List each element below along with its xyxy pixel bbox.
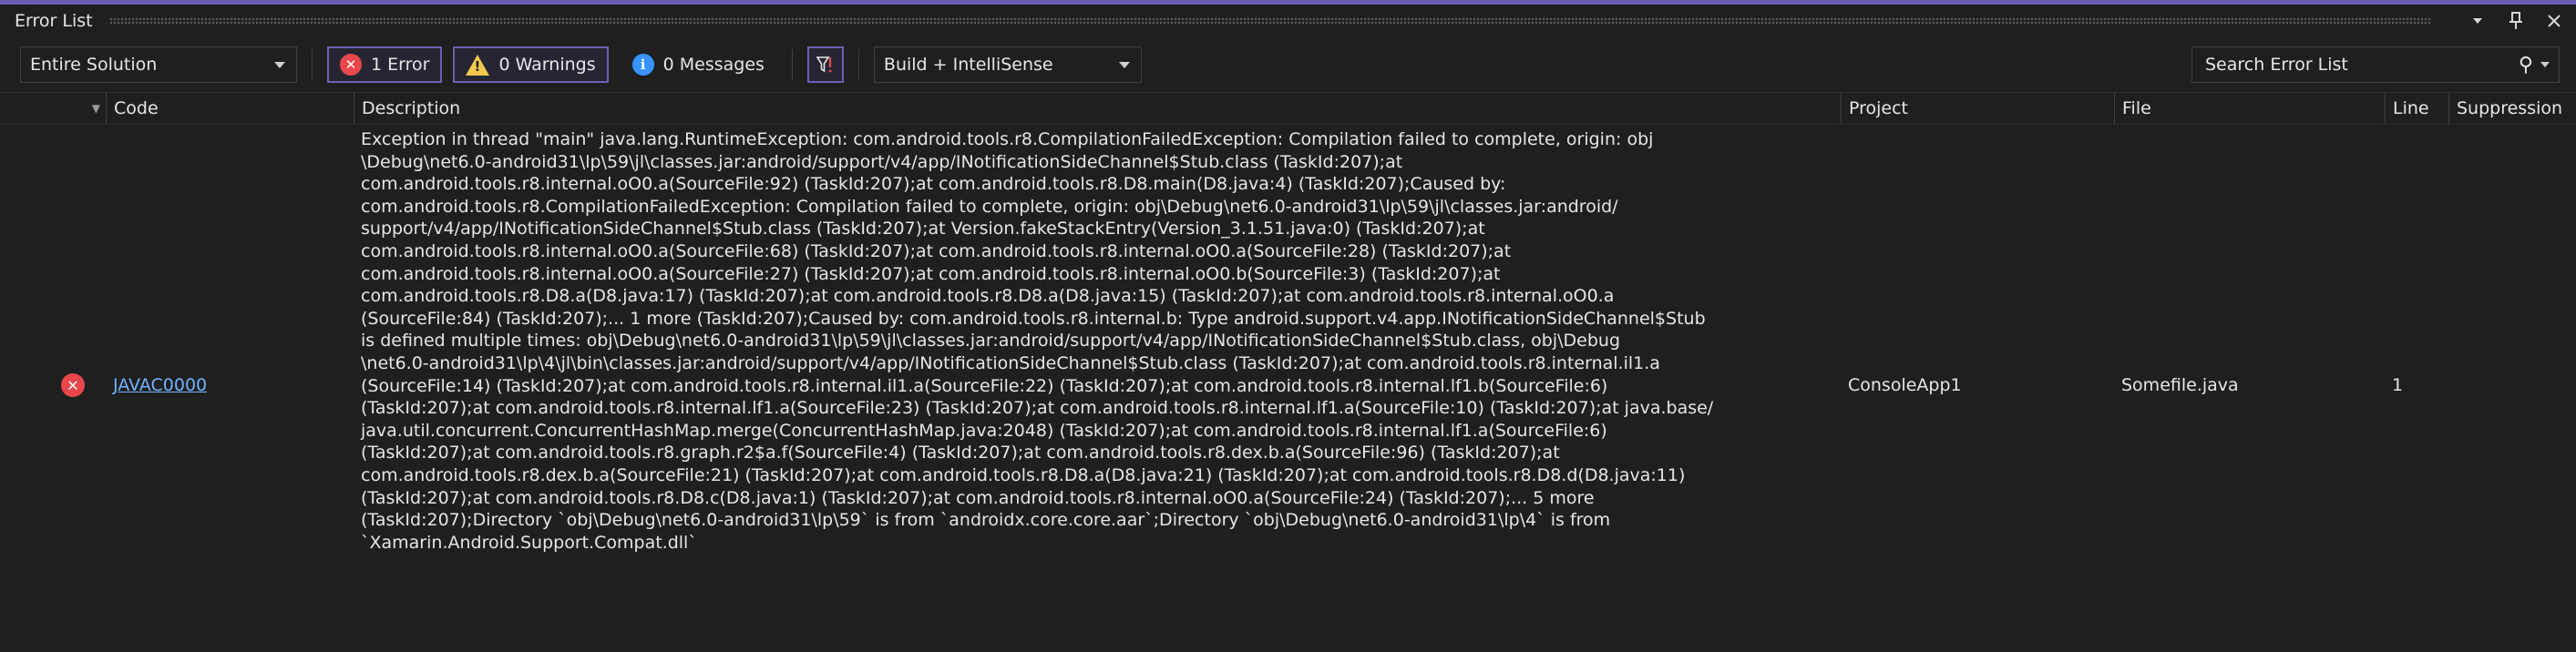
error-code-link[interactable]: JAVAC0000 <box>113 375 207 395</box>
column-header-suppression-label: Suppression <box>2457 98 2563 118</box>
window-title: Error List <box>15 11 93 31</box>
search-icon[interactable]: ⚲ <box>2519 54 2533 76</box>
table-row[interactable]: ✕ JAVAC0000 Exception in thread "main" j… <box>0 125 2576 646</box>
sort-icon: ▼ <box>91 102 100 115</box>
build-source-value: Build + IntelliSense <box>883 55 1053 75</box>
column-header-project[interactable]: Project <box>1841 93 2114 124</box>
file-name: Somefile.java <box>2121 375 2239 395</box>
scope-dropdown[interactable]: Entire Solution <box>20 46 297 83</box>
messages-filter-button[interactable]: i 0 Messages <box>620 46 777 83</box>
error-icon: ✕ <box>340 54 362 76</box>
line-cell: 1 <box>2385 125 2448 646</box>
column-header-sort[interactable]: ▼ <box>53 93 106 124</box>
column-header-code[interactable]: Code <box>106 93 354 124</box>
file-cell: Somefile.java <box>2114 125 2385 646</box>
column-header-description-label: Description <box>362 98 461 118</box>
chevron-down-icon <box>274 61 285 68</box>
errors-filter-label: 1 Error <box>371 55 430 75</box>
suppression-cell <box>2448 125 2576 646</box>
warning-icon: ! <box>466 54 490 76</box>
filter-icon <box>816 56 832 73</box>
column-header-file[interactable]: File <box>2114 93 2385 124</box>
error-description: Exception in thread "main" java.lang.Run… <box>361 129 1714 553</box>
column-header-project-label: Project <box>1849 98 1909 118</box>
warnings-filter-button[interactable]: ! 0 Warnings <box>453 46 609 83</box>
severity-cell: ✕ <box>0 125 106 646</box>
toolbar-separator <box>857 49 859 80</box>
error-list-toolbar: Entire Solution ✕ 1 Error ! 0 Warnings i… <box>0 37 2576 92</box>
build-source-dropdown[interactable]: Build + IntelliSense <box>873 46 1142 83</box>
column-header-severity[interactable] <box>0 93 53 124</box>
project-name: ConsoleApp1 <box>1848 375 1962 395</box>
column-header-row: ▼ Code Description Project File Line Sup… <box>0 92 2576 125</box>
toolbar-separator <box>312 49 313 80</box>
filter-toggle-button[interactable] <box>806 46 844 83</box>
info-icon: i <box>631 54 654 76</box>
line-number: 1 <box>2392 375 2404 395</box>
toolbar-separator <box>791 49 793 80</box>
project-cell: ConsoleApp1 <box>1841 125 2114 646</box>
search-placeholder: Search Error List <box>2205 55 2348 75</box>
close-icon[interactable] <box>2545 12 2563 30</box>
scope-dropdown-value: Entire Solution <box>30 55 158 75</box>
pin-icon[interactable] <box>2507 12 2525 30</box>
errors-filter-button[interactable]: ✕ 1 Error <box>327 46 443 83</box>
error-list-grid: ▼ Code Description Project File Line Sup… <box>0 92 2576 646</box>
window-options-chevron-icon[interactable] <box>2468 12 2487 30</box>
error-icon: ✕ <box>61 373 85 397</box>
search-error-list-input[interactable]: Search Error List ⚲ <box>2191 46 2560 83</box>
warnings-filter-label: 0 Warnings <box>498 55 596 75</box>
messages-filter-label: 0 Messages <box>662 55 765 75</box>
description-cell: Exception in thread "main" java.lang.Run… <box>354 125 1841 646</box>
column-header-line-label: Line <box>2393 98 2429 118</box>
column-header-suppression[interactable]: Suppression <box>2448 93 2576 124</box>
column-header-line[interactable]: Line <box>2385 93 2448 124</box>
code-cell: JAVAC0000 <box>106 125 354 646</box>
column-header-code-label: Code <box>114 98 159 118</box>
column-header-file-label: File <box>2122 98 2151 118</box>
chevron-down-icon <box>1118 61 1130 68</box>
titlebar-grip[interactable] <box>108 17 2432 25</box>
column-header-description[interactable]: Description <box>354 93 1841 124</box>
chevron-down-icon[interactable] <box>2540 62 2550 67</box>
tool-window-titlebar[interactable]: Error List <box>0 5 2576 37</box>
